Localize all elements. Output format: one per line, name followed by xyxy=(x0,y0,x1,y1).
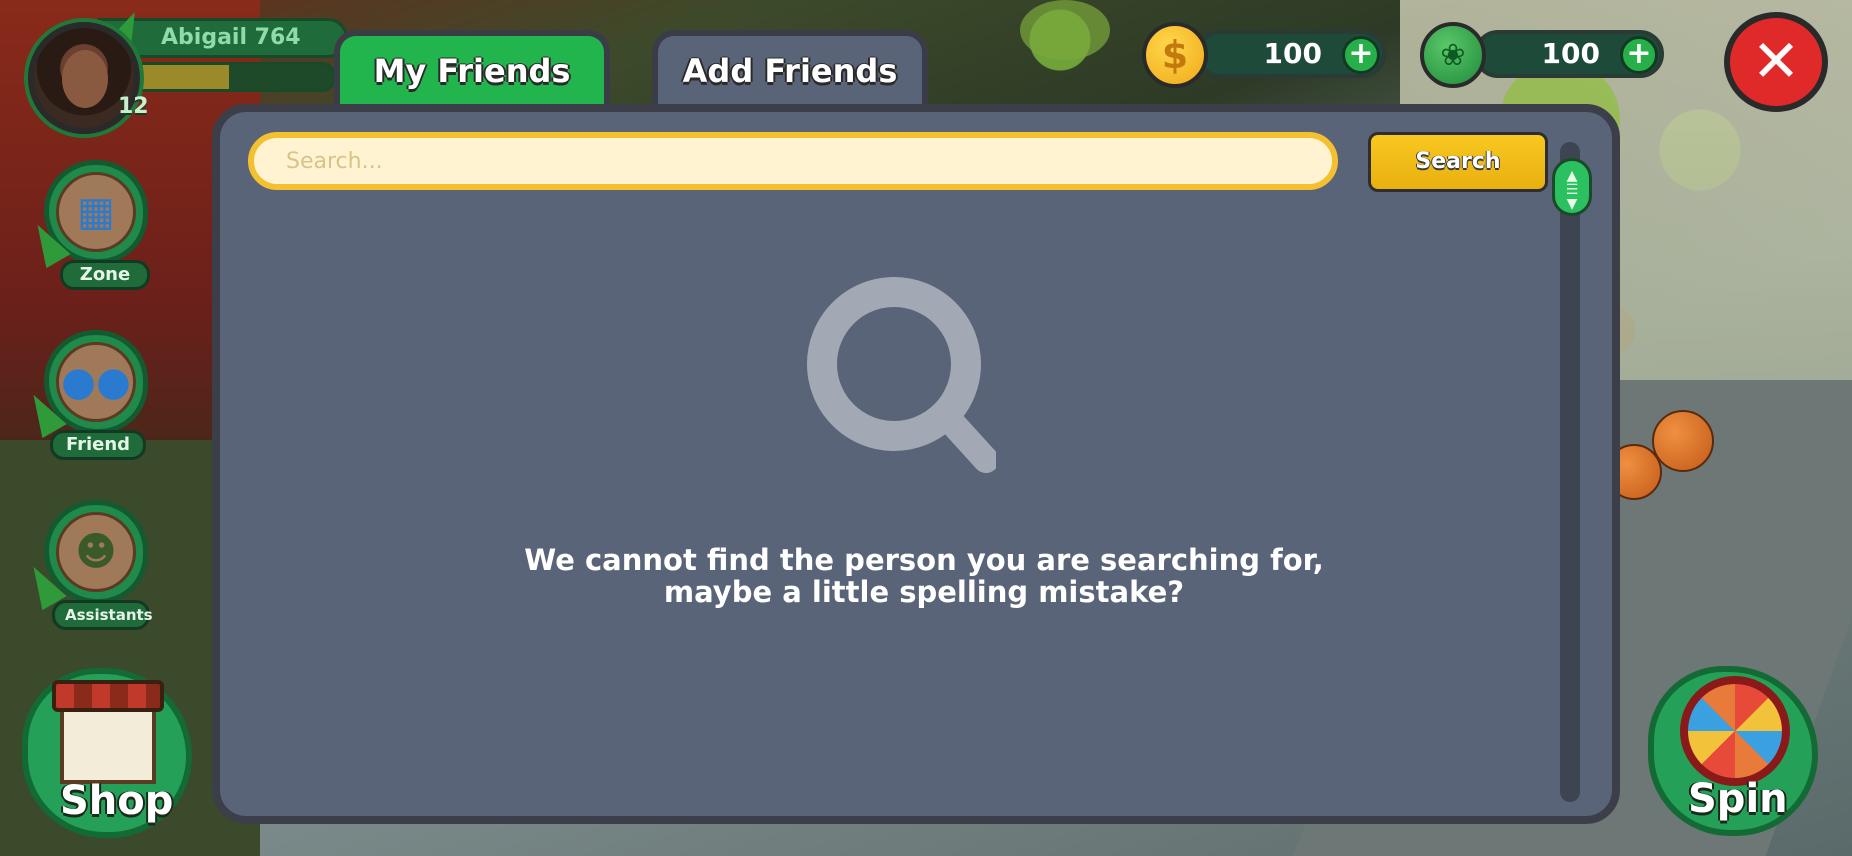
basketball xyxy=(1652,410,1714,472)
search-input[interactable] xyxy=(248,132,1338,190)
weed-amount: 100 xyxy=(1541,37,1600,70)
scrollbar-thumb[interactable]: ▲ ☰ ▼ xyxy=(1552,158,1592,216)
map-icon: ▦ xyxy=(56,172,136,252)
spin-label: Spin xyxy=(1688,776,1788,822)
assistant-chef-icon: ☻ xyxy=(56,512,136,592)
close-button[interactable]: ✕ xyxy=(1724,12,1828,112)
shop-label: Shop xyxy=(60,778,174,824)
dollar-coin-icon: $ xyxy=(1142,22,1208,88)
friend-label: Friend xyxy=(50,430,146,460)
avatar-face xyxy=(62,50,108,108)
add-coins-button[interactable]: + xyxy=(1342,36,1380,74)
add-weed-button[interactable]: + xyxy=(1620,36,1658,74)
graffiti-splash xyxy=(1020,0,1110,60)
friends-group-icon: ●● xyxy=(56,342,136,422)
scrollbar-track[interactable] xyxy=(1560,142,1580,802)
tab-my-friends[interactable]: My Friends xyxy=(334,30,610,110)
cannabis-leaf-icon: ❀ xyxy=(1420,22,1486,88)
player-level: 12 xyxy=(118,94,149,119)
close-icon: ✕ xyxy=(1751,27,1801,95)
friends-panel: Search ▲☰▼ We cannot find the person you… xyxy=(212,104,1620,824)
tab-add-friends[interactable]: Add Friends xyxy=(652,30,928,110)
assistants-label: Assistants xyxy=(52,600,153,630)
coin-amount: 100 xyxy=(1263,37,1322,70)
search-button[interactable]: Search xyxy=(1368,132,1548,192)
zone-label: Zone xyxy=(60,260,150,290)
spin-wheel-icon xyxy=(1680,676,1790,786)
search-icon xyxy=(807,277,996,473)
shop-roof xyxy=(52,680,164,712)
empty-state-message: We cannot find the person you are search… xyxy=(524,543,1324,609)
scroll-arrows-icon: ▲ ☰ ▼ xyxy=(1565,168,1579,212)
